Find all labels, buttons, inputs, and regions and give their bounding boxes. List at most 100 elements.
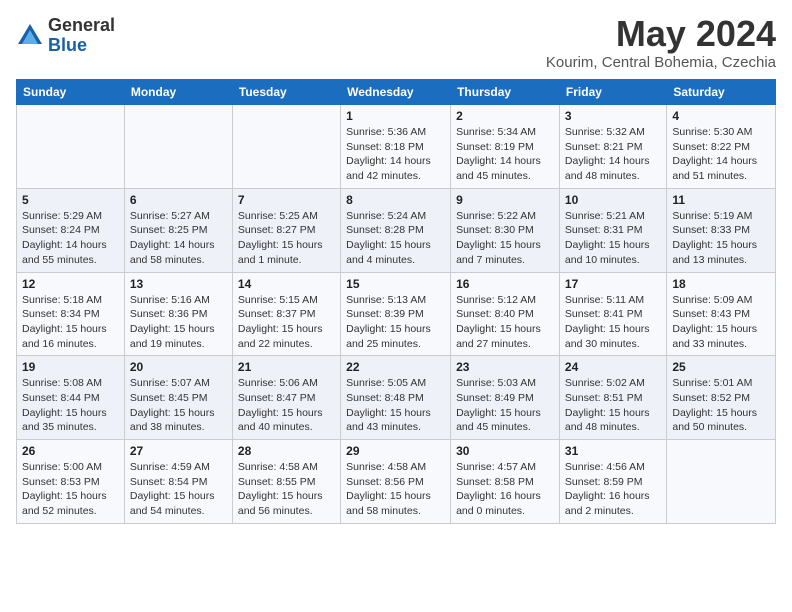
day-header-tuesday: Tuesday: [232, 80, 340, 105]
day-info: Sunrise: 5:22 AMSunset: 8:30 PMDaylight:…: [456, 209, 554, 268]
day-cell: 12 Sunrise: 5:18 AMSunset: 8:34 PMDayligh…: [17, 272, 125, 356]
day-info: Sunrise: 5:18 AMSunset: 8:34 PMDaylight:…: [22, 293, 119, 352]
day-number: 21: [238, 360, 335, 374]
day-info: Sunrise: 5:09 AMSunset: 8:43 PMDaylight:…: [672, 293, 770, 352]
day-info: Sunrise: 5:12 AMSunset: 8:40 PMDaylight:…: [456, 293, 554, 352]
logo: General Blue: [16, 16, 115, 56]
day-cell: 4Sunrise: 5:30 AMSunset: 8:22 PMDaylight…: [667, 105, 776, 189]
day-cell: 15 Sunrise: 5:13 AMSunset: 8:39 PMDayligh…: [341, 272, 451, 356]
day-cell: 9Sunrise: 5:22 AMSunset: 8:30 PMDaylight…: [451, 188, 560, 272]
day-info: Sunrise: 5:08 AMSunset: 8:44 PMDaylight:…: [22, 376, 119, 435]
day-info: Sunrise: 5:25 AMSunset: 8:27 PMDaylight:…: [238, 209, 335, 268]
day-cell: [124, 105, 232, 189]
day-number: 26: [22, 444, 119, 458]
calendar-table: SundayMondayTuesdayWednesdayThursdayFrid…: [16, 79, 776, 524]
week-row-3: 12 Sunrise: 5:18 AMSunset: 8:34 PMDayligh…: [17, 272, 776, 356]
week-row-2: 5 Sunrise: 5:29 AMSunset: 8:24 PMDaylight…: [17, 188, 776, 272]
day-cell: 3 Sunrise: 5:32 AMSunset: 8:21 PMDaylight…: [559, 105, 666, 189]
day-number: 28: [238, 444, 335, 458]
day-header-monday: Monday: [124, 80, 232, 105]
day-info: Sunrise: 4:59 AMSunset: 8:54 PMDaylight:…: [130, 460, 227, 519]
header-row: SundayMondayTuesdayWednesdayThursdayFrid…: [17, 80, 776, 105]
day-info: Sunrise: 5:05 AMSunset: 8:48 PMDaylight:…: [346, 376, 445, 435]
day-number: 24: [565, 360, 661, 374]
day-info: Sunrise: 5:11 AMSunset: 8:41 PMDaylight:…: [565, 293, 661, 352]
logo-icon: [16, 22, 44, 50]
month-title: May 2024: [546, 16, 776, 52]
day-info: Sunrise: 5:03 AMSunset: 8:49 PMDaylight:…: [456, 376, 554, 435]
day-number: 1: [346, 109, 445, 123]
day-info: Sunrise: 4:58 AMSunset: 8:55 PMDaylight:…: [238, 460, 335, 519]
day-info: Sunrise: 4:58 AMSunset: 8:56 PMDaylight:…: [346, 460, 445, 519]
day-info: Sunrise: 5:07 AMSunset: 8:45 PMDaylight:…: [130, 376, 227, 435]
day-cell: 31 Sunrise: 4:56 AMSunset: 8:59 PMDayligh…: [559, 440, 666, 524]
day-info: Sunrise: 5:27 AMSunset: 8:25 PMDaylight:…: [130, 209, 227, 268]
week-row-4: 19 Sunrise: 5:08 AMSunset: 8:44 PMDayligh…: [17, 356, 776, 440]
day-info: Sunrise: 5:36 AMSunset: 8:18 PMDaylight:…: [346, 125, 445, 184]
logo-blue-text: Blue: [48, 35, 87, 55]
day-cell: 19 Sunrise: 5:08 AMSunset: 8:44 PMDayligh…: [17, 356, 125, 440]
day-number: 22: [346, 360, 445, 374]
day-info: Sunrise: 4:57 AMSunset: 8:58 PMDaylight:…: [456, 460, 554, 519]
day-number: 27: [130, 444, 227, 458]
day-cell: 17Sunrise: 5:11 AMSunset: 8:41 PMDayligh…: [559, 272, 666, 356]
day-info: Sunrise: 5:01 AMSunset: 8:52 PMDaylight:…: [672, 376, 770, 435]
day-cell: 21 Sunrise: 5:06 AMSunset: 8:47 PMDayligh…: [232, 356, 340, 440]
day-number: 31: [565, 444, 661, 458]
day-info: Sunrise: 5:30 AMSunset: 8:22 PMDaylight:…: [672, 125, 770, 184]
day-cell: 23 Sunrise: 5:03 AMSunset: 8:49 PMDayligh…: [451, 356, 560, 440]
day-info: Sunrise: 4:56 AMSunset: 8:59 PMDaylight:…: [565, 460, 661, 519]
day-number: 29: [346, 444, 445, 458]
day-number: 2: [456, 109, 554, 123]
day-info: Sunrise: 5:06 AMSunset: 8:47 PMDaylight:…: [238, 376, 335, 435]
day-number: 12: [22, 277, 119, 291]
week-row-1: 1 Sunrise: 5:36 AMSunset: 8:18 PMDaylight…: [17, 105, 776, 189]
location: Kourim, Central Bohemia, Czechia: [546, 54, 776, 71]
day-cell: 18Sunrise: 5:09 AMSunset: 8:43 PMDayligh…: [667, 272, 776, 356]
day-cell: 22 Sunrise: 5:05 AMSunset: 8:48 PMDayligh…: [341, 356, 451, 440]
day-number: 14: [238, 277, 335, 291]
day-cell: 10Sunrise: 5:21 AMSunset: 8:31 PMDayligh…: [559, 188, 666, 272]
day-info: Sunrise: 5:13 AMSunset: 8:39 PMDaylight:…: [346, 293, 445, 352]
day-cell: [17, 105, 125, 189]
day-cell: 25Sunrise: 5:01 AMSunset: 8:52 PMDayligh…: [667, 356, 776, 440]
day-info: Sunrise: 5:16 AMSunset: 8:36 PMDaylight:…: [130, 293, 227, 352]
day-info: Sunrise: 5:21 AMSunset: 8:31 PMDaylight:…: [565, 209, 661, 268]
logo-general-text: General: [48, 15, 115, 35]
day-info: Sunrise: 5:32 AMSunset: 8:21 PMDaylight:…: [565, 125, 661, 184]
day-cell: 8 Sunrise: 5:24 AMSunset: 8:28 PMDaylight…: [341, 188, 451, 272]
day-cell: [667, 440, 776, 524]
day-number: 8: [346, 193, 445, 207]
day-number: 19: [22, 360, 119, 374]
day-header-saturday: Saturday: [667, 80, 776, 105]
day-header-friday: Friday: [559, 80, 666, 105]
day-number: 5: [22, 193, 119, 207]
day-cell: 24 Sunrise: 5:02 AMSunset: 8:51 PMDayligh…: [559, 356, 666, 440]
day-cell: 2 Sunrise: 5:34 AMSunset: 8:19 PMDaylight…: [451, 105, 560, 189]
day-cell: 7Sunrise: 5:25 AMSunset: 8:27 PMDaylight…: [232, 188, 340, 272]
day-info: Sunrise: 5:34 AMSunset: 8:19 PMDaylight:…: [456, 125, 554, 184]
day-info: Sunrise: 5:19 AMSunset: 8:33 PMDaylight:…: [672, 209, 770, 268]
day-number: 15: [346, 277, 445, 291]
day-number: 6: [130, 193, 227, 207]
day-info: Sunrise: 5:24 AMSunset: 8:28 PMDaylight:…: [346, 209, 445, 268]
day-info: Sunrise: 5:00 AMSunset: 8:53 PMDaylight:…: [22, 460, 119, 519]
day-cell: [232, 105, 340, 189]
day-info: Sunrise: 5:29 AMSunset: 8:24 PMDaylight:…: [22, 209, 119, 268]
day-cell: 29 Sunrise: 4:58 AMSunset: 8:56 PMDayligh…: [341, 440, 451, 524]
day-cell: 11 Sunrise: 5:19 AMSunset: 8:33 PMDayligh…: [667, 188, 776, 272]
day-header-thursday: Thursday: [451, 80, 560, 105]
day-number: 3: [565, 109, 661, 123]
day-info: Sunrise: 5:15 AMSunset: 8:37 PMDaylight:…: [238, 293, 335, 352]
day-number: 30: [456, 444, 554, 458]
day-number: 11: [672, 193, 770, 207]
day-cell: 30 Sunrise: 4:57 AMSunset: 8:58 PMDayligh…: [451, 440, 560, 524]
day-cell: 13 Sunrise: 5:16 AMSunset: 8:36 PMDayligh…: [124, 272, 232, 356]
day-cell: 5 Sunrise: 5:29 AMSunset: 8:24 PMDaylight…: [17, 188, 125, 272]
day-number: 23: [456, 360, 554, 374]
day-header-wednesday: Wednesday: [341, 80, 451, 105]
week-row-5: 26 Sunrise: 5:00 AMSunset: 8:53 PMDayligh…: [17, 440, 776, 524]
day-number: 13: [130, 277, 227, 291]
day-cell: 20Sunrise: 5:07 AMSunset: 8:45 PMDayligh…: [124, 356, 232, 440]
day-info: Sunrise: 5:02 AMSunset: 8:51 PMDaylight:…: [565, 376, 661, 435]
